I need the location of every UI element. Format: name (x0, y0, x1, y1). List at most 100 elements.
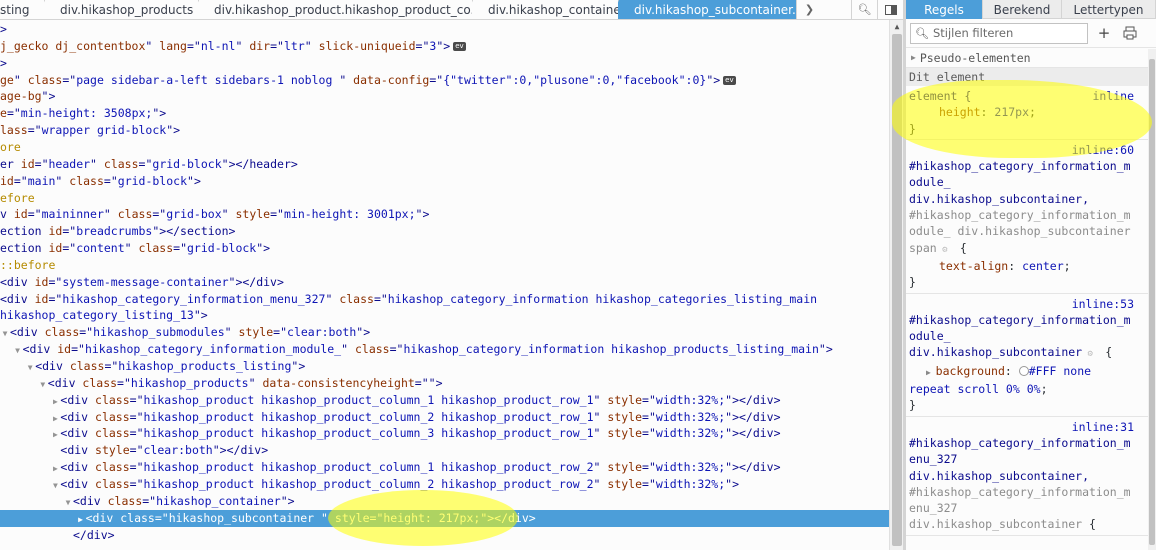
rule-value[interactable]: center (1022, 259, 1064, 273)
markup-node[interactable]: e="min-height: 3508px;"> (0, 105, 889, 122)
collapse-arrow-icon[interactable]: ▼ (13, 342, 23, 359)
markup-node[interactable]: ection id="content" class="grid-block"> (0, 240, 889, 257)
breadcrumb-item[interactable]: div.hikashop_product.hikashop_product_co… (198, 0, 472, 19)
markup-node[interactable]: ▼ <div class="hikashop_products" data-con… (0, 375, 889, 392)
event-badge[interactable]: ev (723, 75, 736, 85)
markup-node[interactable]: <div id="system-message-container"></div… (0, 274, 889, 291)
markup-view[interactable]: > j_gecko dj_contentbox" lang="nl-nl" dir… (0, 20, 889, 550)
rule-source[interactable]: inline (1092, 88, 1134, 104)
markup-node[interactable]: ▶ <div class="hikashop_product hikashop_p… (0, 392, 889, 409)
markup-node[interactable]: ::before (0, 257, 889, 274)
expand-arrow-icon[interactable]: ▶ (50, 460, 60, 477)
markup-node[interactable]: j_gecko dj_contentbox" lang="nl-nl" dir=… (0, 38, 889, 55)
rule-property[interactable]: background (936, 364, 1005, 378)
attr-value: min-height: 3508px; (20, 106, 153, 121)
attr-name: data-consistencyheight (262, 375, 415, 390)
tag-text: =" (79, 325, 94, 340)
markup-node[interactable]: > (0, 55, 889, 72)
markup-node[interactable]: <div style="clear:both"></div> (0, 442, 889, 459)
collapse-arrow-icon[interactable]: ▼ (38, 376, 48, 393)
markup-node[interactable]: hikashop_category_listing_13"> (0, 307, 889, 324)
breadcrumb-item[interactable]: div.hikashop_container (472, 0, 618, 19)
markup-node[interactable]: ▼ <div class="hikashop_product hikashop_p… (0, 476, 889, 493)
attr-name: class (95, 426, 130, 441)
markup-node[interactable]: ▶ <div class="hikashop_product hikashop_p… (0, 425, 889, 442)
markup-node[interactable]: ge" class="page sidebar-a-left sidebars-… (0, 72, 889, 89)
markup-node[interactable]: </div> (0, 527, 889, 544)
rule-property[interactable]: height (939, 105, 981, 119)
breadcrumb-item[interactable]: sting (0, 0, 44, 19)
tag-text: =" (270, 38, 284, 53)
attr-value: breadcrumbs (76, 224, 153, 239)
markup-node[interactable]: age-bg"> (0, 88, 889, 105)
dock-side-icon[interactable] (877, 0, 903, 19)
event-badge[interactable]: ev (453, 41, 466, 51)
tag-text: =" (129, 460, 144, 475)
expand-arrow-icon[interactable]: ▶ (76, 511, 86, 528)
rules-scrollbar[interactable] (1148, 49, 1156, 550)
expand-arrow-icon[interactable]: ▶ (926, 368, 936, 377)
rule-source[interactable]: inline:60 (906, 142, 1156, 158)
collapse-arrow-icon[interactable]: ▼ (0, 325, 10, 342)
filter-styles-input[interactable]: 🔍︎ Stijlen filteren (910, 22, 1088, 44)
markup-scrollbar[interactable]: ▲ (889, 20, 903, 550)
attr-value: nl-nl (200, 38, 236, 53)
tag-text: ection (0, 241, 49, 256)
markup-node[interactable]: ▼ <div id="hikashop_category_information_… (0, 341, 889, 358)
chevron-right-icon[interactable]: ❯ (796, 0, 822, 19)
expand-arrow-icon[interactable]: ▶ (50, 426, 60, 443)
markup-node[interactable]: efore (0, 190, 889, 207)
plus-icon[interactable]: + (1094, 23, 1114, 43)
markup-node[interactable]: ▼ <div class="hikashop_container"> (0, 493, 889, 510)
markup-node[interactable]: ore (0, 139, 889, 156)
tag-text: "> (725, 476, 739, 491)
rule-selector: enu_327 (909, 501, 958, 516)
selector-highlight-icon[interactable]: ⚙ (1082, 349, 1098, 359)
rule-value[interactable]: #FFF none (1029, 364, 1091, 378)
markup-node[interactable]: ▼ <div class="hikashop_products_listing"> (0, 358, 889, 375)
collapse-arrow-icon[interactable]: ▼ (25, 359, 35, 376)
markup-node[interactable]: v id="maininner" class="grid-box" style=… (0, 206, 889, 223)
rule-selector: element { (909, 89, 972, 103)
collapse-arrow-icon[interactable]: ▼ (50, 477, 60, 494)
rule-close: } (909, 398, 916, 413)
rule-source[interactable]: inline:31 (906, 419, 1156, 435)
color-swatch[interactable] (1018, 365, 1029, 376)
print-simulation-icon[interactable] (1120, 23, 1140, 43)
rule-property[interactable]: text-align (939, 259, 1008, 273)
tab-computed[interactable]: Berekend (983, 0, 1062, 19)
breadcrumb-item-selected[interactable]: div.hikashop_subcontainer. (618, 0, 796, 19)
attr-name: class (95, 476, 130, 491)
markup-node[interactable]: ection id="breadcrumbs"></section> (0, 223, 889, 240)
tab-fonts[interactable]: Lettertypen (1062, 0, 1156, 19)
rule-source[interactable]: inline:53 (906, 296, 1156, 312)
tab-rules[interactable]: Regels (906, 0, 983, 19)
markup-node[interactable]: ▶ <div class="hikashop_product hikashop_p… (0, 459, 889, 476)
pseudo-elements-toggle[interactable]: ▶ Pseudo-elementen (906, 48, 1156, 68)
attr-value: width:32%; (655, 476, 726, 491)
search-icon[interactable]: 🔍︎ (851, 0, 877, 19)
rule-value-continued[interactable]: repeat scroll 0% 0% (909, 382, 1041, 396)
tag-text: =" (103, 173, 118, 188)
breadcrumb-item[interactable]: div.hikashop_products (44, 0, 198, 19)
filter-row: 🔍︎ Stijlen filteren + (906, 19, 1156, 48)
rule-value[interactable]: 217px (994, 105, 1029, 119)
selector-highlight-icon[interactable]: ⚙ (937, 245, 953, 255)
markup-node[interactable]: <div id="hikashop_category_information_m… (0, 291, 889, 308)
markup-node[interactable]: id="main" class="grid-block"> (0, 173, 889, 190)
markup-node-selected[interactable]: ▶ <div class="hikashop_subcontainer " sty… (0, 509, 889, 528)
markup-node[interactable]: > (0, 21, 889, 38)
markup-node[interactable]: er id="header" class="grid-block"></head… (0, 156, 889, 173)
tag-text: <div (47, 375, 83, 390)
expand-arrow-icon[interactable]: ▶ (50, 393, 60, 410)
scroll-up-icon[interactable]: ▲ (892, 22, 902, 32)
tag-text: "> (706, 72, 721, 87)
expand-arrow-icon[interactable]: ▶ (50, 410, 60, 427)
markup-node[interactable]: lass="wrapper grid-block"> (0, 122, 889, 139)
scroll-thumb[interactable] (1149, 59, 1155, 545)
scroll-thumb[interactable] (892, 34, 902, 546)
markup-node[interactable]: ▼ <div class="hikashop_submodules" style=… (0, 324, 889, 341)
markup-node[interactable]: ▶ <div class="hikashop_product hikashop_p… (0, 409, 889, 426)
collapse-arrow-icon[interactable]: ▼ (63, 494, 73, 511)
rule-selector: #hikashop_category_information_m (909, 435, 1131, 450)
